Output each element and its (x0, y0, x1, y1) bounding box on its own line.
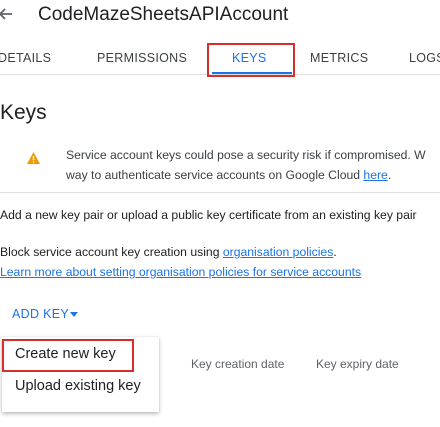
tab-metrics[interactable]: METRICS (310, 51, 368, 65)
tab-permissions[interactable]: PERMISSIONS (97, 51, 187, 65)
column-header-expiry-date: Key expiry date (316, 357, 399, 371)
create-key-highlight (2, 339, 134, 372)
here-link[interactable]: here (363, 168, 387, 182)
column-header-creation-date: Key creation date (191, 357, 285, 371)
warning-divider (0, 192, 440, 193)
keys-tab-highlight (207, 43, 295, 77)
warning-icon (27, 152, 40, 164)
arrow-left-icon[interactable] (0, 4, 16, 24)
learn-more-link[interactable]: Learn more about setting organisation po… (0, 265, 361, 279)
block-creation-text: Block service account key creation using… (0, 245, 337, 259)
section-title: Keys (0, 101, 47, 124)
warning-line-2-text: way to authenticate service accounts on … (66, 168, 364, 182)
warning-line-2: way to authenticate service accounts on … (66, 165, 440, 185)
tab-details[interactable]: DETAILS (0, 51, 51, 65)
menu-item-upload-existing-key[interactable]: Upload existing key (15, 378, 141, 394)
block-creation-suffix: . (333, 245, 337, 259)
caret-down-icon[interactable] (70, 312, 78, 317)
page-title: CodeMazeSheetsAPIAccount (38, 4, 289, 25)
add-key-button[interactable]: ADD KEY (12, 307, 69, 321)
tab-logs[interactable]: LOGS (409, 51, 440, 65)
warning-line-2-suffix: . (387, 168, 392, 182)
warning-line-1: Service account keys could pose a securi… (66, 148, 426, 162)
organisation-policies-link[interactable]: organisation policies (223, 245, 333, 259)
warning-text: Service account keys could pose a securi… (66, 145, 440, 185)
block-creation-prefix: Block service account key creation using (0, 245, 223, 259)
add-key-pair-text: Add a new key pair or upload a public ke… (0, 208, 417, 222)
